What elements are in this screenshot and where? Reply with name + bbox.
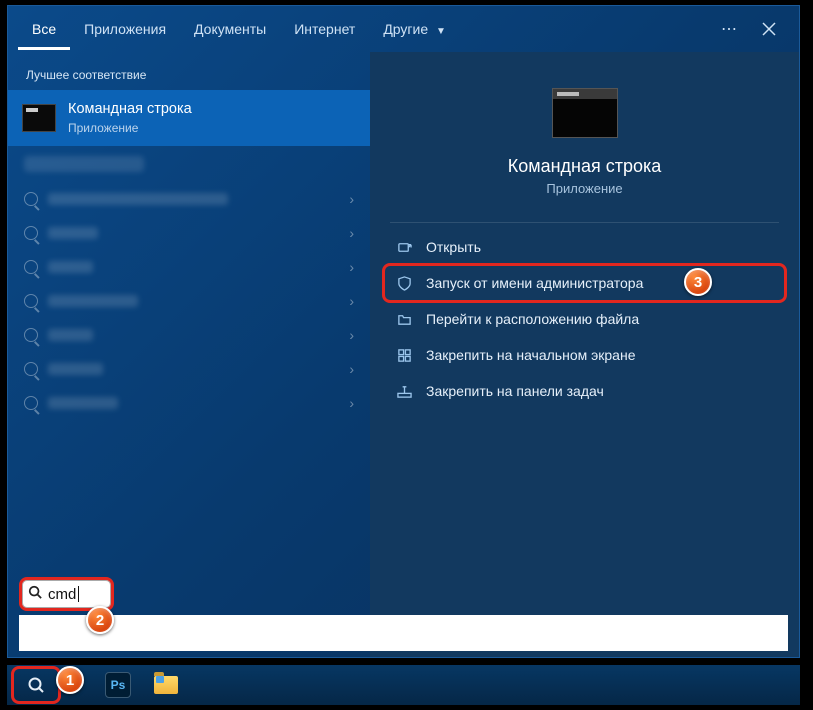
- search-icon: [24, 192, 38, 206]
- close-button[interactable]: [749, 9, 789, 49]
- taskbar: Ps: [7, 665, 800, 705]
- photoshop-icon: Ps: [105, 672, 131, 698]
- search-input[interactable]: cmd: [19, 577, 114, 611]
- preview-subtitle: Приложение: [370, 181, 799, 196]
- search-icon: [27, 676, 45, 694]
- search-icon: [24, 226, 38, 240]
- open-icon: [396, 239, 412, 255]
- chevron-right-icon: ›: [349, 191, 354, 207]
- preview-app-icon: [552, 88, 618, 138]
- history-item[interactable]: ›: [24, 250, 354, 284]
- action-open-location-label: Перейти к расположению файла: [426, 311, 639, 327]
- tab-documents[interactable]: Документы: [180, 9, 280, 50]
- tab-all[interactable]: Все: [18, 9, 70, 50]
- history-item[interactable]: ›: [24, 216, 354, 250]
- search-value: cmd: [48, 586, 76, 603]
- search-icon: [24, 396, 38, 410]
- chevron-right-icon: ›: [349, 327, 354, 343]
- preview-title: Командная строка: [370, 156, 799, 177]
- search-icon: [24, 328, 38, 342]
- action-run-admin[interactable]: Запуск от имени администратора: [386, 265, 783, 301]
- chevron-down-icon: ▼: [436, 26, 446, 37]
- history-item[interactable]: ›: [24, 352, 354, 386]
- action-run-admin-label: Запуск от имени администратора: [426, 275, 643, 291]
- result-cmd[interactable]: Командная строка Приложение: [8, 90, 370, 146]
- result-subtitle: Приложение: [68, 121, 192, 135]
- action-pin-start[interactable]: Закрепить на начальном экране: [386, 337, 783, 373]
- chevron-right-icon: ›: [349, 395, 354, 411]
- tab-web[interactable]: Интернет: [280, 9, 369, 50]
- search-icon: [24, 294, 38, 308]
- taskbar-explorer[interactable]: [143, 666, 189, 704]
- cmd-icon: [22, 104, 56, 132]
- chevron-right-icon: ›: [349, 225, 354, 241]
- filter-tabs: Все Приложения Документы Интернет Другие…: [8, 6, 799, 52]
- action-pin-start-label: Закрепить на начальном экране: [426, 347, 636, 363]
- search-icon: [24, 260, 38, 274]
- search-icon: [24, 362, 38, 376]
- action-open[interactable]: Открыть: [386, 229, 783, 265]
- shield-icon: [396, 275, 412, 291]
- preview-column: Командная строка Приложение Открыть Запу…: [370, 52, 799, 657]
- folder-icon: [396, 311, 412, 327]
- action-pin-taskbar-label: Закрепить на панели задач: [426, 383, 604, 399]
- pin-start-icon: [396, 347, 412, 363]
- history-section: › › › › ›: [8, 156, 370, 420]
- chevron-right-icon: ›: [349, 361, 354, 377]
- section-best-match: Лучшее соответствие: [8, 58, 370, 90]
- explorer-icon: [154, 676, 178, 694]
- tab-other-label: Другие: [383, 21, 428, 37]
- results-column: Лучшее соответствие Командная строка При…: [8, 52, 370, 657]
- history-item[interactable]: ›: [24, 284, 354, 318]
- search-icon: [28, 585, 42, 604]
- history-header-blurred: [24, 156, 144, 172]
- close-icon: [762, 22, 776, 36]
- action-pin-taskbar[interactable]: Закрепить на панели задач: [386, 373, 783, 409]
- tab-apps[interactable]: Приложения: [70, 9, 180, 50]
- pin-taskbar-icon: [396, 383, 412, 399]
- history-item[interactable]: ›: [24, 386, 354, 420]
- history-item[interactable]: ›: [24, 318, 354, 352]
- tab-other[interactable]: Другие ▼: [369, 9, 460, 50]
- taskbar-photoshop[interactable]: Ps: [95, 666, 141, 704]
- chevron-right-icon: ›: [349, 259, 354, 275]
- history-item[interactable]: ›: [24, 182, 354, 216]
- more-button[interactable]: ⋯: [709, 9, 749, 49]
- search-bar-bg: cmd: [19, 615, 788, 651]
- result-title: Командная строка: [68, 101, 192, 118]
- chevron-right-icon: ›: [349, 293, 354, 309]
- divider: [390, 222, 779, 223]
- search-panel: Все Приложения Документы Интернет Другие…: [7, 5, 800, 658]
- text-caret: [78, 586, 79, 602]
- taskbar-search[interactable]: [11, 666, 61, 704]
- action-open-location[interactable]: Перейти к расположению файла: [386, 301, 783, 337]
- action-open-label: Открыть: [426, 239, 481, 255]
